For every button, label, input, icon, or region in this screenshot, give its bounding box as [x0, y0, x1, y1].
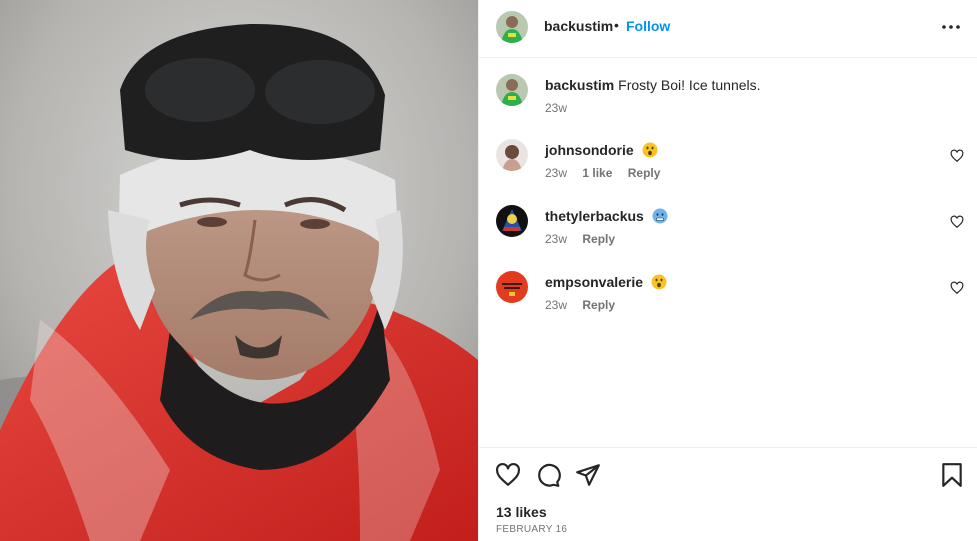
follow-button[interactable]: Follow	[626, 18, 670, 34]
share-icon[interactable]	[575, 462, 601, 488]
comment-line: johnsondorie	[545, 141, 658, 159]
commenter-avatar[interactable]	[496, 271, 528, 303]
comment-username[interactable]: empsonvalerie	[545, 274, 643, 290]
comment-heart-icon[interactable]	[950, 149, 964, 163]
caption-meta: 23w	[545, 101, 579, 115]
comment-meta: 23w Reply	[545, 298, 627, 312]
post-actions: 13 likes FEBRUARY 16	[479, 447, 977, 541]
comment-username[interactable]: johnsondorie	[545, 142, 634, 158]
post-photo[interactable]	[0, 0, 478, 541]
more-horizontal-icon[interactable]	[937, 15, 965, 39]
bookmark-icon[interactable]	[939, 462, 965, 488]
post-date[interactable]: FEBRUARY 16	[496, 524, 567, 535]
caption-line: backustim Frosty Boi! Ice tunnels.	[545, 76, 761, 94]
comment-username[interactable]: thetylerbackus	[545, 208, 644, 224]
comment-item: empsonvalerie 23w Reply	[479, 271, 977, 327]
commenter-avatar[interactable]	[496, 205, 528, 237]
comment-meta: 23w 1 like Reply	[545, 166, 672, 180]
caption-time[interactable]: 23w	[545, 101, 567, 115]
comment-like-count[interactable]: 1 like	[582, 166, 612, 180]
comment-heart-icon[interactable]	[950, 281, 964, 295]
comment-time[interactable]: 23w	[545, 166, 567, 180]
post-header: backustim • Follow	[479, 0, 977, 58]
caption-username[interactable]: backustim	[545, 77, 614, 93]
post-sidebar: backustim • Follow backustim Frosty Boi!…	[478, 0, 977, 541]
reply-button[interactable]: Reply	[628, 166, 661, 180]
heart-icon[interactable]	[495, 462, 521, 488]
comment-heart-icon[interactable]	[950, 215, 964, 229]
comment-time[interactable]: 23w	[545, 232, 567, 246]
author-avatar[interactable]	[496, 11, 528, 43]
comment-item: johnsondorie 23w 1 like Reply	[479, 139, 977, 195]
astonished-face-icon	[651, 274, 667, 290]
caption-author-avatar[interactable]	[496, 74, 528, 106]
caption-text: Frosty Boi! Ice tunnels.	[618, 77, 761, 93]
caption: backustim Frosty Boi! Ice tunnels. 23w	[479, 74, 977, 130]
astonished-face-icon	[642, 142, 658, 158]
reply-button[interactable]: Reply	[582, 232, 615, 246]
likes-count[interactable]: 13 likes	[496, 504, 547, 520]
separator-dot: •	[614, 17, 619, 33]
comment-line: thetylerbackus	[545, 207, 668, 225]
author-username[interactable]: backustim	[544, 18, 613, 34]
comment-line: empsonvalerie	[545, 273, 667, 291]
reply-button[interactable]: Reply	[582, 298, 615, 312]
comment-item: thetylerbackus 23w Reply	[479, 205, 977, 261]
comment-icon[interactable]	[535, 462, 561, 488]
comment-time[interactable]: 23w	[545, 298, 567, 312]
cold-face-icon	[652, 208, 668, 224]
commenter-avatar[interactable]	[496, 139, 528, 171]
comment-meta: 23w Reply	[545, 232, 627, 246]
selfie-image	[0, 0, 478, 541]
